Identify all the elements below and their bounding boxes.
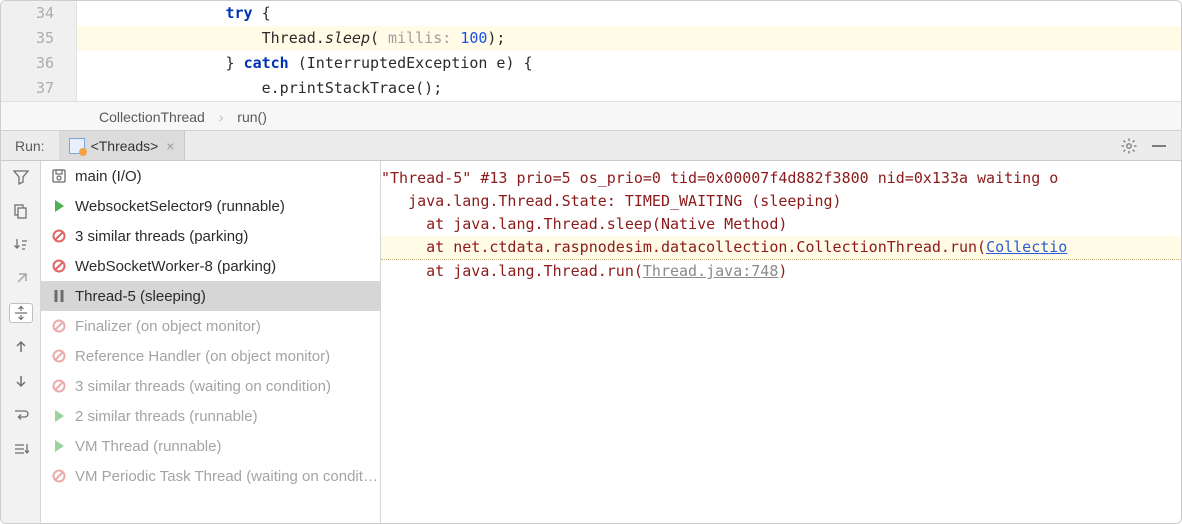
dump-line: at java.lang.Thread.run(Thread.java:748) xyxy=(381,260,1181,283)
run-icon xyxy=(51,438,67,454)
thread-row[interactable]: Thread-5 (sleeping) xyxy=(41,281,380,311)
thread-label: 3 similar threads (waiting on condition) xyxy=(75,378,331,395)
filter-icon[interactable] xyxy=(9,167,33,187)
run-icon xyxy=(51,198,67,214)
gear-icon[interactable] xyxy=(1121,138,1137,154)
thread-label: Finalizer (on object monitor) xyxy=(75,318,261,335)
thread-label: main (I/O) xyxy=(75,168,142,185)
thread-label: VM Periodic Task Thread (waiting on cond… xyxy=(75,468,380,485)
dump-line: at java.lang.Thread.sleep(Native Method) xyxy=(381,213,1181,236)
breadcrumb-method[interactable]: run() xyxy=(237,109,267,125)
stack-icon[interactable] xyxy=(9,439,33,459)
thread-row[interactable]: main (I/O) xyxy=(41,161,380,191)
dump-line-highlighted: at net.ctdata.raspnodesim.datacollection… xyxy=(381,236,1181,260)
thread-label: 2 similar threads (runnable) xyxy=(75,408,258,425)
pause-icon xyxy=(51,288,67,304)
thread-label: 3 similar threads (parking) xyxy=(75,228,248,245)
breadcrumb[interactable]: CollectionThread › run() xyxy=(1,101,1181,131)
run-tab-title: <Threads> xyxy=(91,138,159,154)
run-icon xyxy=(51,408,67,424)
disk-icon xyxy=(51,168,67,184)
thread-row[interactable]: VM Thread (runnable) xyxy=(41,431,380,461)
run-toolwindow-header: Run: <Threads> × xyxy=(1,131,1181,161)
park-icon xyxy=(51,318,67,334)
run-action-strip xyxy=(1,161,41,523)
source-link[interactable]: Thread.java:748 xyxy=(643,262,778,280)
thread-row[interactable]: 3 similar threads (waiting on condition) xyxy=(41,371,380,401)
code-line[interactable]: try { xyxy=(77,1,1181,26)
thread-row[interactable]: WebSocketWorker-8 (parking) xyxy=(41,251,380,281)
up-arrow-icon[interactable] xyxy=(9,337,33,357)
breadcrumb-separator-icon: › xyxy=(219,109,224,125)
breadcrumb-class[interactable]: CollectionThread xyxy=(99,109,205,125)
thread-label: Reference Handler (on object monitor) xyxy=(75,348,330,365)
thread-row[interactable]: WebsocketSelector9 (runnable) xyxy=(41,191,380,221)
thread-row[interactable]: Reference Handler (on object monitor) xyxy=(41,341,380,371)
dump-line: "Thread-5" #13 prio=5 os_prio=0 tid=0x00… xyxy=(381,167,1181,190)
park-icon xyxy=(51,258,67,274)
sort-icon[interactable] xyxy=(9,235,33,255)
code-line[interactable]: Thread.sleep( millis: 100); xyxy=(77,26,1181,51)
thread-label: WebsocketSelector9 (runnable) xyxy=(75,198,285,215)
run-toolwindow-body: main (I/O) WebsocketSelector9 (runnable) 3… xyxy=(1,161,1181,523)
thread-label: WebSocketWorker-8 (parking) xyxy=(75,258,276,275)
park-icon xyxy=(51,468,67,484)
thread-dump-output[interactable]: "Thread-5" #13 prio=5 os_prio=0 tid=0x00… xyxy=(381,161,1181,523)
dump-line: java.lang.Thread.State: TIMED_WAITING (s… xyxy=(381,190,1181,213)
thread-list[interactable]: main (I/O) WebsocketSelector9 (runnable) 3… xyxy=(41,161,381,523)
thread-row[interactable]: 3 similar threads (parking) xyxy=(41,221,380,251)
editor-gutter: 34353637 xyxy=(1,1,77,101)
thread-label: Thread-5 (sleeping) xyxy=(75,288,206,305)
thread-row[interactable]: 2 similar threads (runnable) xyxy=(41,401,380,431)
run-label: Run: xyxy=(1,138,59,154)
thread-row[interactable]: VM Periodic Task Thread (waiting on cond… xyxy=(41,461,380,491)
hide-toolwindow-icon[interactable] xyxy=(1151,138,1167,154)
park-icon xyxy=(51,348,67,364)
code-line[interactable]: e.printStackTrace(); xyxy=(77,76,1181,101)
split-icon[interactable] xyxy=(9,303,33,323)
thread-row[interactable]: Finalizer (on object monitor) xyxy=(41,311,380,341)
park-icon xyxy=(51,228,67,244)
soft-wrap-icon[interactable] xyxy=(9,405,33,425)
ide-window: 34353637 try { Thread.sleep( millis: 100… xyxy=(0,0,1182,524)
thread-dump-icon xyxy=(69,138,85,154)
thread-label: VM Thread (runnable) xyxy=(75,438,221,455)
open-in-new-icon[interactable] xyxy=(9,269,33,289)
code-line[interactable]: } catch (InterruptedException e) { xyxy=(77,51,1181,76)
source-link[interactable]: Collectio xyxy=(986,238,1067,256)
close-tab-icon[interactable]: × xyxy=(166,138,174,154)
code-editor[interactable]: 34353637 try { Thread.sleep( millis: 100… xyxy=(1,1,1181,101)
park-icon xyxy=(51,378,67,394)
editor-code-area[interactable]: try { Thread.sleep( millis: 100); } catc… xyxy=(77,1,1181,101)
copy-icon[interactable] xyxy=(9,201,33,221)
run-tab-threads[interactable]: <Threads> × xyxy=(59,131,186,160)
down-arrow-icon[interactable] xyxy=(9,371,33,391)
